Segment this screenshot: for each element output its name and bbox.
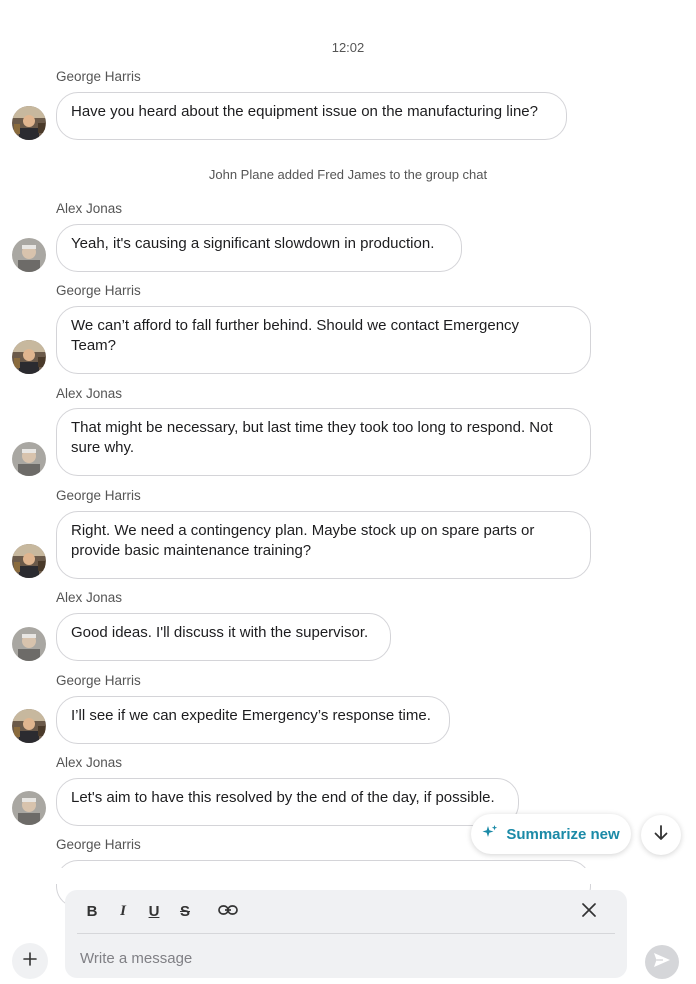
send-button[interactable] [645,945,679,979]
message-sender: George Harris [56,69,141,84]
message-bubble[interactable]: That might be necessary, but last time t… [56,408,591,476]
summarize-new-button[interactable]: Summarize new [471,814,631,854]
message-sender: Alex Jonas [56,201,123,216]
close-formatting-button[interactable] [575,898,603,926]
message-sender: George Harris [56,673,141,688]
message-text-line: We can’t afford to fall further behind. … [71,317,520,334]
message-sender: George Harris [56,488,141,503]
avatar-george-harris[interactable] [12,709,46,743]
message-composer: B I U S [65,890,627,978]
close-icon [582,902,596,922]
sparkle-icon [482,824,498,844]
bold-button[interactable]: B [77,897,107,927]
italic-button[interactable]: I [108,897,138,927]
message-sender: Alex Jonas [56,386,123,401]
avatar-alex-jonas[interactable] [12,442,46,476]
message-bubble[interactable]: Let's aim to have this resolved by the e… [56,778,519,826]
summarize-label: Summarize new [506,825,620,843]
link-button[interactable] [213,897,243,927]
send-icon [653,952,671,973]
message-bubble[interactable]: Right. We need a contingency plan. Maybe… [56,511,591,579]
message-text-line: That might be necessary, but last time t… [71,419,553,436]
message-text: Good ideas. I'll discuss it with the sup… [71,624,369,641]
message-text: Have you heard about the equipment issue… [71,103,538,120]
strikethrough-button[interactable]: S [170,897,200,927]
strikethrough-icon: S [179,903,190,920]
scroll-down-button[interactable] [641,815,681,855]
message-timestamp: 12:02 [331,40,365,55]
avatar-george-harris[interactable] [12,544,46,578]
message-sender: Alex Jonas [56,755,123,770]
message-bubble[interactable]: Good ideas. I'll discuss it with the sup… [56,613,391,661]
message-sender: George Harris [56,283,141,298]
plus-icon [23,951,37,971]
formatting-toolbar: B I U S [77,890,615,934]
avatar-george-harris[interactable] [12,340,46,374]
scroll-fade [0,868,696,884]
message-text-line: sure why. [71,439,135,456]
message-bubble[interactable]: Yeah, it's causing a significant slowdow… [56,224,462,272]
avatar-alex-jonas[interactable] [12,627,46,661]
link-icon [218,903,238,920]
add-attachment-button[interactable] [12,943,48,979]
message-text: Yeah, it's causing a significant slowdow… [71,235,435,252]
message-sender: George Harris [56,837,141,852]
underline-icon: U [148,903,160,920]
message-text-line: Right. We need a contingency plan. Maybe… [71,522,535,539]
message-bubble[interactable]: We can’t afford to fall further behind. … [56,306,591,374]
message-bubble[interactable]: I’ll see if we can expedite Emergency’s … [56,696,450,744]
system-message: John Plane added Fred James to the group… [208,167,488,182]
italic-icon: I [120,903,126,919]
arrow-down-icon [652,824,670,847]
avatar-alex-jonas[interactable] [12,238,46,272]
message-bubble[interactable]: Have you heard about the equipment issue… [56,92,567,140]
message-text-line: provide basic maintenance training? [71,542,312,559]
message-text: I’ll see if we can expedite Emergency’s … [71,707,431,724]
message-input[interactable] [78,943,602,973]
message-text-line: Team? [71,337,117,354]
avatar-george-harris[interactable] [12,106,46,140]
message-text: Let's aim to have this resolved by the e… [71,789,495,806]
bold-icon: B [86,903,98,920]
avatar-alex-jonas[interactable] [12,791,46,825]
message-sender: Alex Jonas [56,590,123,605]
underline-button[interactable]: U [139,897,169,927]
